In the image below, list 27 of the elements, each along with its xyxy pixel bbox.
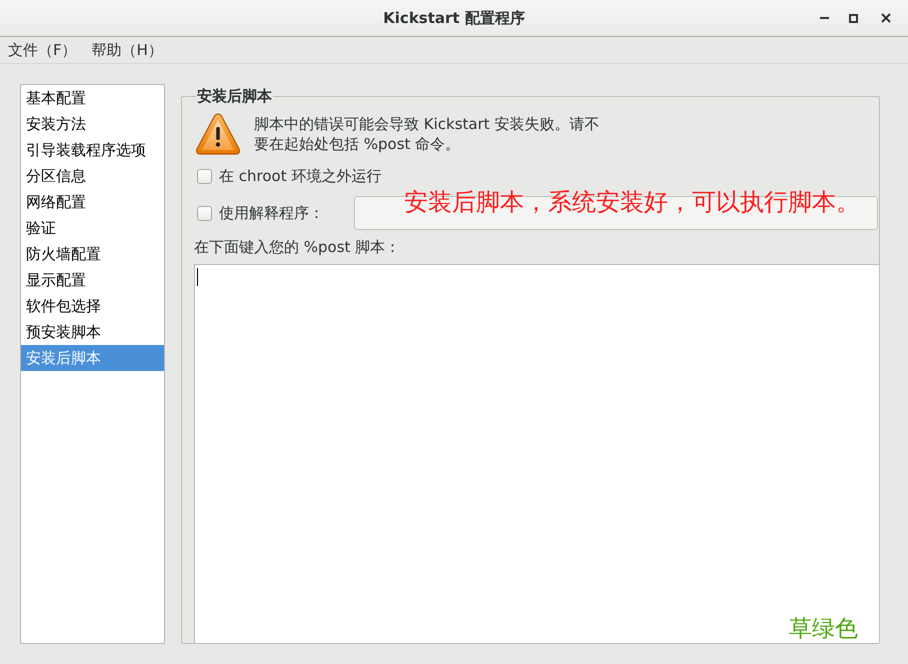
checkbox[interactable]: [197, 168, 212, 184]
menu-item[interactable]: 帮助（H）: [84, 40, 170, 60]
sidebar-item[interactable]: 引导装载程序选项: [21, 137, 164, 163]
annotation-text: 安装后脚本，系统安装好，可以执行脚本。: [404, 190, 860, 214]
sidebar-item[interactable]: 基本配置: [21, 85, 164, 111]
sidebar-item[interactable]: 预安装脚本: [21, 319, 164, 345]
maximize-icon: [848, 14, 858, 22]
checkbox[interactable]: [197, 206, 212, 220]
script-label: 在下面键入您的 %post 脚本：: [194, 238, 402, 256]
warning-message: 脚本中的错误可能会导致 Kickstart 安装失败。请不要在起始处包括 %post 命令。: [254, 114, 600, 154]
warning-icon: [195, 112, 241, 156]
checkbox-label[interactable]: 在 chroot 环境之外运行: [219, 167, 382, 185]
sidebar-item[interactable]: 网络配置: [21, 189, 164, 215]
sidebar-item[interactable]: 显示配置: [21, 267, 164, 293]
sidebar-item[interactable]: 防火墙配置: [21, 241, 164, 267]
window-title: Kickstart 配置程序: [383, 9, 525, 27]
minimize-icon: [820, 17, 828, 19]
close-icon: [881, 13, 891, 23]
section-title: 安装后脚本: [196, 87, 273, 105]
sidebar-item[interactable]: 分区信息: [21, 163, 164, 189]
checkbox-label[interactable]: 使用解释程序：: [219, 204, 324, 222]
sidebar-item[interactable]: 软件包选择: [21, 293, 164, 319]
annotation-text: 草绿色: [789, 618, 858, 641]
sidebar-item[interactable]: 验证: [21, 215, 164, 241]
menu-item[interactable]: 文件（F）: [1, 40, 84, 60]
text-cursor: [197, 268, 198, 286]
sidebar-item[interactable]: 安装方法: [21, 111, 164, 137]
